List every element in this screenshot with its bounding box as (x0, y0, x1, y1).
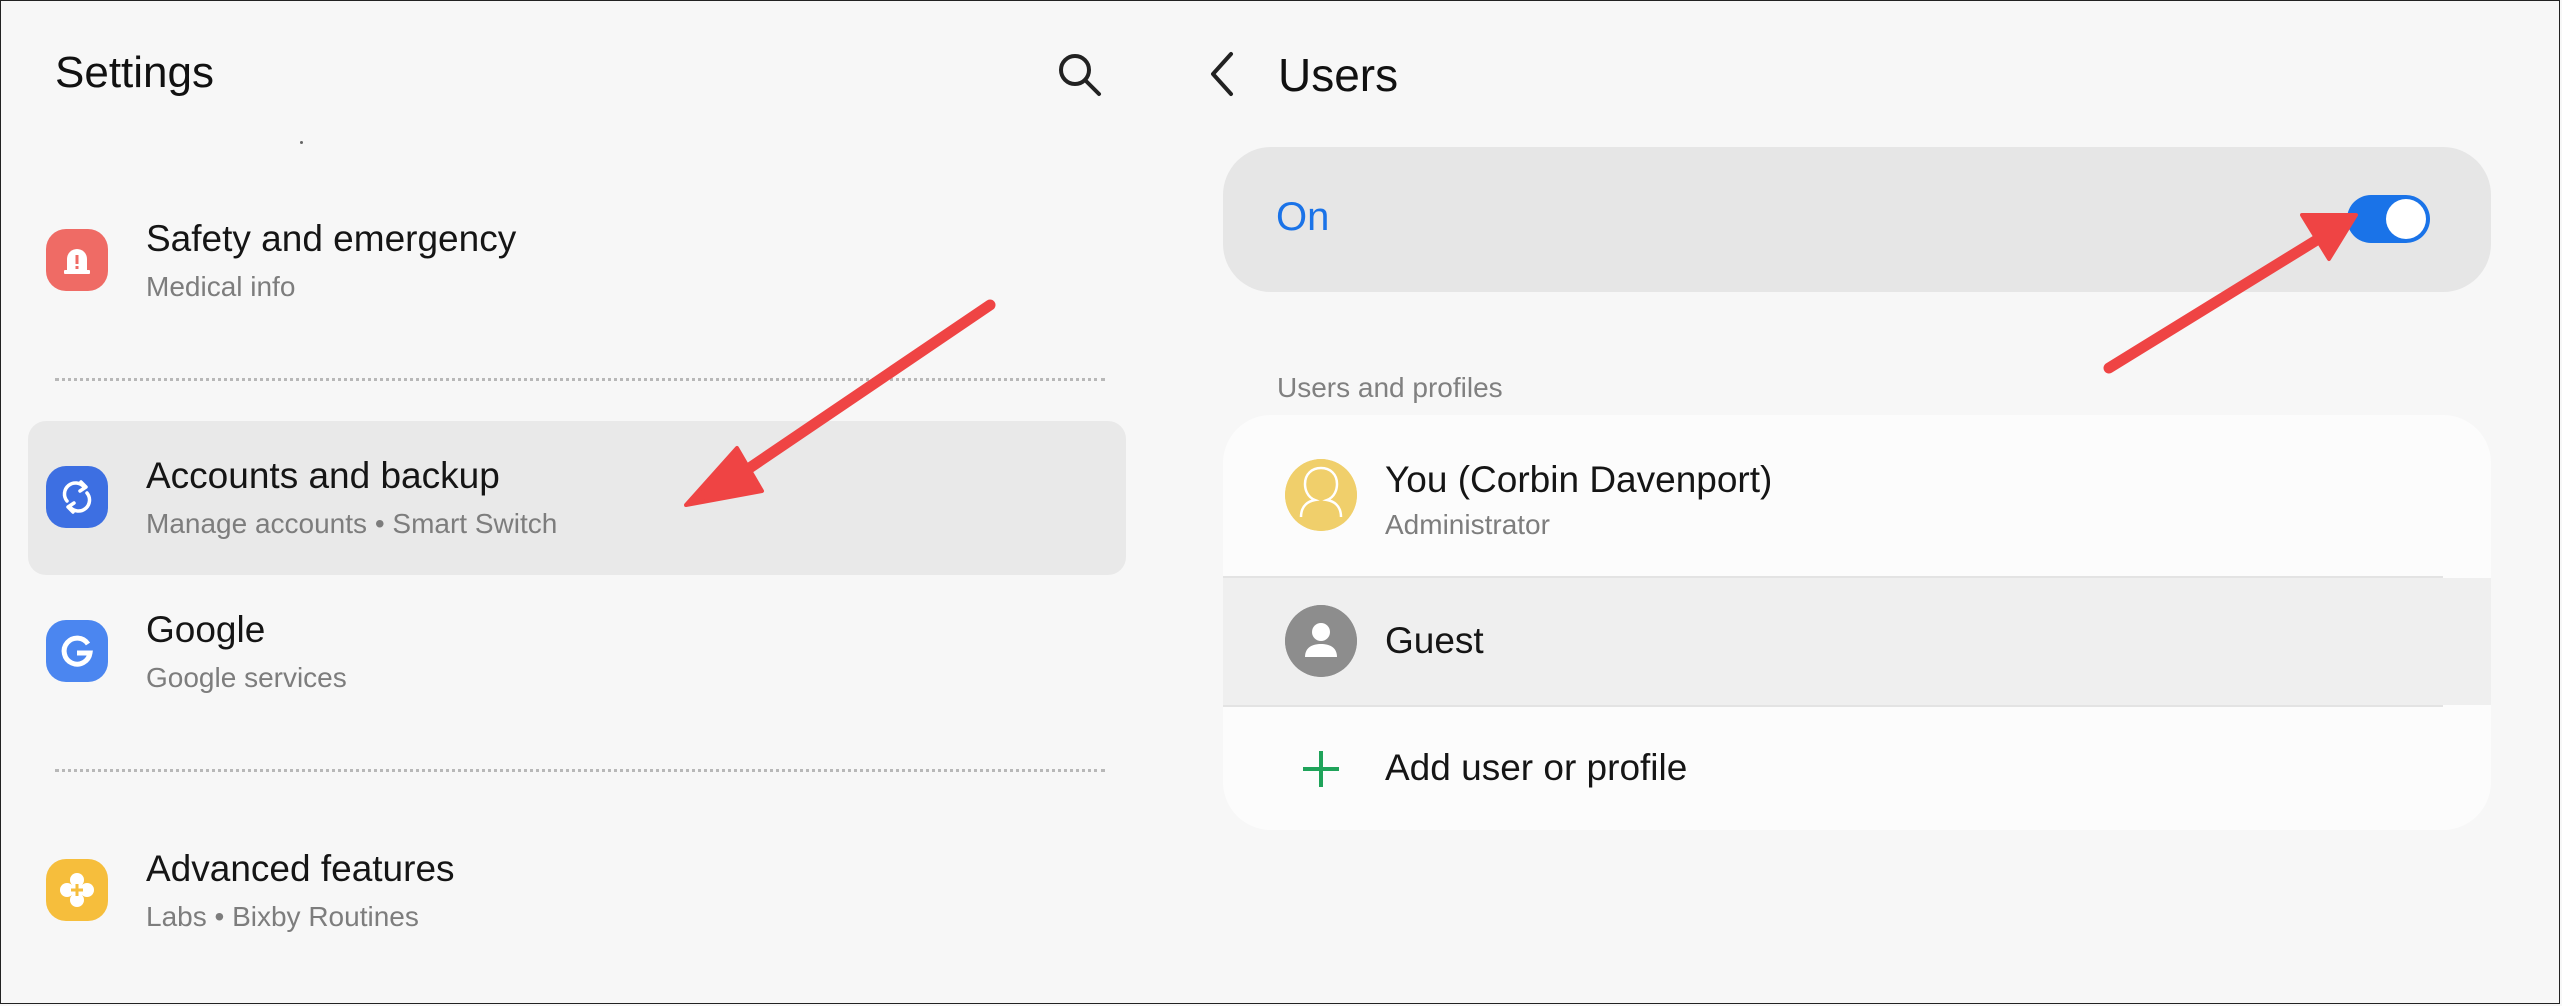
alert-icon (46, 229, 108, 291)
scroll-remnant (300, 141, 303, 144)
user-item-guest[interactable]: Guest (1223, 578, 2491, 705)
guest-avatar-icon (1285, 605, 1357, 677)
settings-item-title: Advanced features (146, 848, 455, 889)
sync-icon (46, 466, 108, 528)
user-avatar-icon (1285, 459, 1357, 531)
settings-item-subtitle: Manage accounts • Smart Switch (146, 508, 558, 539)
master-switch-label: On (1276, 195, 1330, 239)
settings-item-subtitle: Google services (146, 662, 347, 693)
settings-item-google[interactable]: Google Google services (28, 575, 1126, 729)
settings-item-title: Safety and emergency (146, 218, 517, 259)
user-item-owner[interactable]: You (Corbin Davenport) Administrator (1223, 415, 2491, 576)
settings-item-subtitle: Medical info (146, 271, 296, 302)
plus-gear-icon (46, 859, 108, 921)
settings-item-title: Google (146, 609, 266, 650)
section-divider (55, 378, 1105, 381)
user-role: Administrator (1385, 509, 1550, 540)
settings-item-title: Accounts and backup (146, 455, 500, 496)
settings-item-safety-and-emergency[interactable]: Safety and emergency Medical info (28, 184, 1126, 338)
add-user-button[interactable]: Add user or profile (1223, 707, 2491, 830)
master-switch-card[interactable]: On (1223, 147, 2491, 292)
toggle-knob (2386, 199, 2426, 239)
page-title: Users (1278, 49, 1399, 101)
google-icon (46, 620, 108, 682)
master-toggle-switch[interactable] (2347, 195, 2430, 243)
settings-item-accounts-and-backup[interactable]: Accounts and backup Manage accounts • Sm… (28, 421, 1126, 575)
users-list-card: You (Corbin Davenport) Administrator Gue… (1223, 415, 2491, 830)
user-name: Guest (1385, 620, 1484, 661)
settings-item-advanced-features[interactable]: Advanced features Labs • Bixby Routines (28, 814, 1126, 968)
settings-item-subtitle: Labs • Bixby Routines (146, 901, 419, 932)
section-divider (55, 769, 1105, 772)
search-icon[interactable] (1055, 50, 1105, 100)
add-icon (1303, 751, 1339, 787)
page-title: Settings (55, 48, 214, 97)
back-arrow-icon[interactable] (1205, 48, 1241, 100)
user-name: You (Corbin Davenport) (1385, 459, 1773, 500)
section-header: Users and profiles (1277, 372, 1503, 403)
add-user-label: Add user or profile (1385, 747, 1688, 788)
